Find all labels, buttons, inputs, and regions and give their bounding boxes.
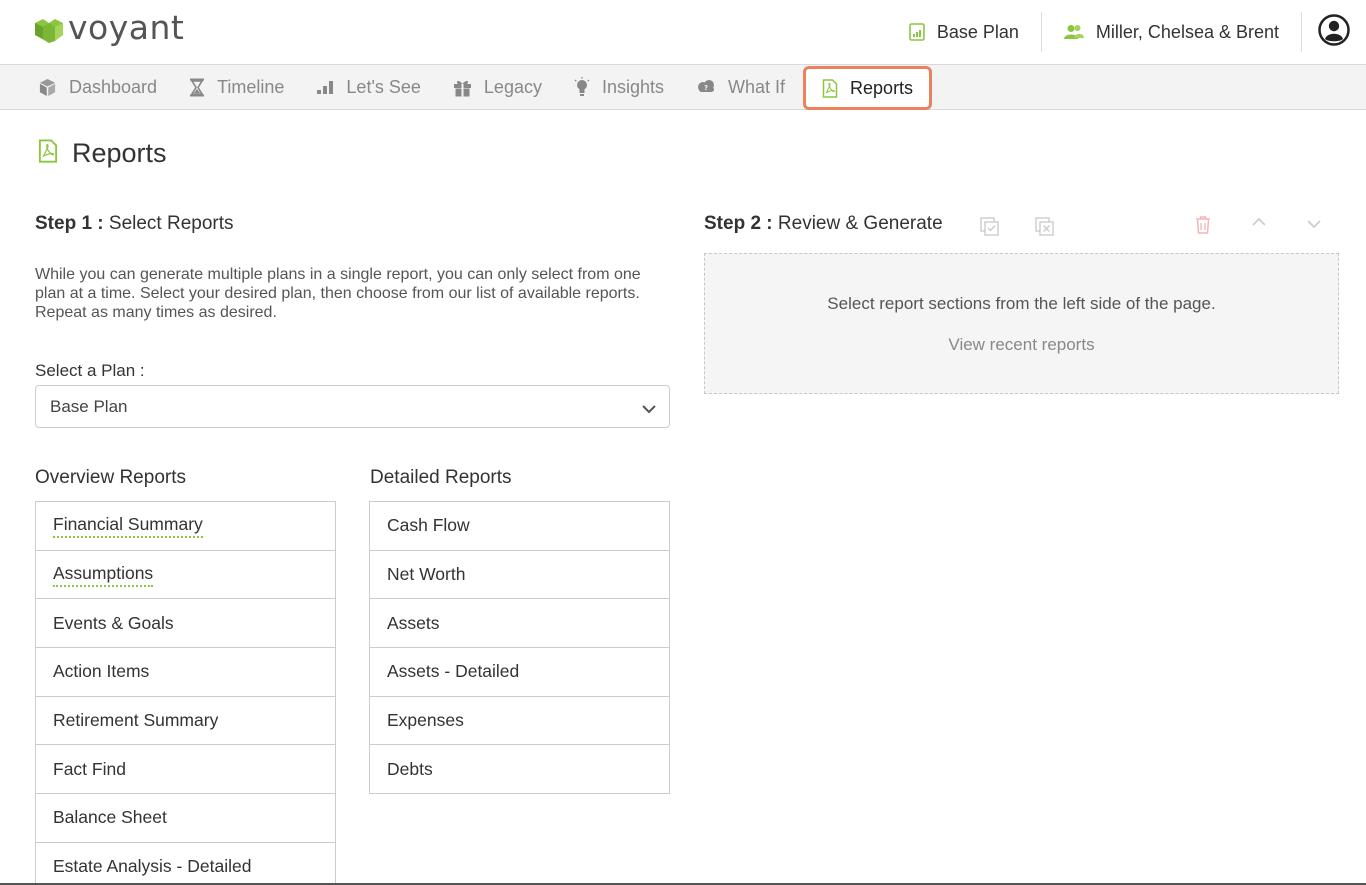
- report-item-events-goals[interactable]: Events & Goals: [36, 599, 335, 649]
- report-label: Action Items: [53, 661, 150, 682]
- pdf-icon: [822, 78, 838, 98]
- detailed-reports-title: Detailed Reports: [370, 467, 512, 488]
- chevron-down-icon: [641, 400, 657, 420]
- cube-icon: [38, 78, 57, 97]
- nav-label: Timeline: [217, 76, 285, 97]
- nav-label: Legacy: [483, 76, 542, 97]
- report-item-financial-summary[interactable]: Financial Summary: [36, 502, 335, 551]
- chevron-down-icon[interactable]: [1305, 218, 1323, 230]
- report-label: Debts: [387, 758, 433, 779]
- svg-text:?: ?: [704, 84, 708, 92]
- report-item-retirement-summary[interactable]: Retirement Summary: [36, 697, 335, 746]
- plan-document-icon: [909, 23, 925, 41]
- current-plan-label: Base Plan: [936, 21, 1019, 42]
- current-plan-button[interactable]: Base Plan: [887, 12, 1041, 52]
- report-item-fact-find[interactable]: Fact Find: [36, 745, 335, 795]
- report-label: Fact Find: [53, 758, 126, 779]
- nav-legacy[interactable]: Legacy: [453, 65, 542, 109]
- report-item-cash-flow[interactable]: Cash Flow: [370, 502, 669, 551]
- nav-label: Reports: [850, 77, 914, 98]
- nav-label: Dashboard: [69, 76, 158, 97]
- client-name: Miller, Chelsea & Brent: [1095, 21, 1279, 42]
- report-label: Financial Summary: [53, 514, 203, 538]
- report-label: Events & Goals: [53, 612, 174, 633]
- report-label: Retirement Summary: [53, 710, 219, 731]
- report-item-balance-sheet[interactable]: Balance Sheet: [36, 794, 335, 843]
- report-item-action-items[interactable]: Action Items: [36, 648, 335, 697]
- nav-lets-see[interactable]: Let's See: [316, 65, 421, 109]
- page-title: Reports: [38, 138, 167, 169]
- report-item-assets[interactable]: Assets: [370, 599, 669, 649]
- select-all-icon[interactable]: [980, 217, 1000, 237]
- top-header: voyant Base Plan Miller, Chelsea & Brent: [0, 0, 1366, 64]
- nav-label: Let's See: [346, 76, 421, 97]
- report-label: Assets - Detailed: [387, 661, 520, 682]
- review-dropzone: Select report sections from the left sid…: [704, 253, 1339, 394]
- users-icon: [1063, 24, 1084, 40]
- nav-dashboard[interactable]: Dashboard: [38, 65, 157, 109]
- nav-label: What If: [728, 76, 786, 97]
- report-label: Assets: [387, 612, 440, 633]
- lightbulb-icon: [574, 77, 590, 97]
- page-title-text: Reports: [72, 138, 167, 168]
- overview-reports-title: Overview Reports: [35, 467, 186, 488]
- bar-chart-icon: [316, 79, 334, 95]
- step1-panel: Step 1 : Select Reports While you can ge…: [35, 213, 670, 885]
- overview-reports-list: Financial Summary Assumptions Events & G…: [35, 501, 336, 885]
- view-recent-reports-link[interactable]: View recent reports: [705, 335, 1338, 355]
- report-label: Expenses: [387, 710, 464, 731]
- voyant-logo[interactable]: voyant: [34, 8, 185, 47]
- nav-insights[interactable]: Insights: [574, 65, 664, 109]
- nav-label: Insights: [601, 76, 665, 97]
- report-item-estate-analysis-detailed[interactable]: Estate Analysis - Detailed: [36, 843, 335, 885]
- account-button[interactable]: [1302, 12, 1366, 52]
- step1-heading: Step 1 : Select Reports: [35, 213, 670, 235]
- step1-title: Select Reports: [108, 213, 234, 234]
- step2-toolbar: [704, 213, 1339, 243]
- select-plan-label: Select a Plan :: [35, 361, 145, 380]
- gift-icon: [453, 78, 472, 97]
- report-item-expenses[interactable]: Expenses: [370, 697, 669, 746]
- nav-what-if[interactable]: ? What If: [696, 65, 785, 109]
- main-nav: Dashboard Timeline Let's See Legacy Insi…: [0, 64, 1366, 110]
- chevron-up-icon[interactable]: [1250, 216, 1268, 228]
- nav-timeline[interactable]: Timeline: [189, 65, 284, 109]
- voyant-logo-icon: [34, 15, 64, 45]
- trash-icon[interactable]: [1194, 215, 1212, 235]
- step1-description: While you can generate multiple plans in…: [35, 266, 641, 321]
- detailed-reports-list: Cash Flow Net Worth Assets Assets - Deta…: [369, 501, 670, 795]
- user-avatar-icon: [1318, 13, 1350, 51]
- deselect-all-icon[interactable]: [1035, 217, 1055, 237]
- report-label: Estate Analysis - Detailed: [53, 856, 252, 877]
- step1-prefix: Step 1 :: [35, 213, 104, 234]
- report-item-net-worth[interactable]: Net Worth: [370, 551, 669, 600]
- report-item-assets-detailed[interactable]: Assets - Detailed: [370, 648, 669, 697]
- report-label: Balance Sheet: [53, 807, 167, 828]
- plan-select-value: Base Plan: [50, 396, 128, 416]
- hourglass-icon: [189, 78, 205, 97]
- report-label: Cash Flow: [387, 515, 470, 536]
- report-item-debts[interactable]: Debts: [370, 745, 669, 795]
- report-label: Assumptions: [53, 563, 154, 587]
- report-label: Net Worth: [387, 564, 466, 585]
- cloud-icon: ?: [696, 79, 716, 96]
- client-button[interactable]: Miller, Chelsea & Brent: [1042, 12, 1301, 52]
- pdf-icon: [38, 139, 58, 168]
- empty-state-message: Select report sections from the left sid…: [827, 294, 1216, 313]
- report-item-assumptions[interactable]: Assumptions: [36, 551, 335, 600]
- logo-text: voyant: [68, 8, 185, 47]
- nav-reports[interactable]: Reports: [803, 66, 933, 110]
- plan-select[interactable]: Base Plan: [35, 385, 670, 428]
- step2-panel: Step 2 : Review & Generate Select report…: [704, 213, 1339, 394]
